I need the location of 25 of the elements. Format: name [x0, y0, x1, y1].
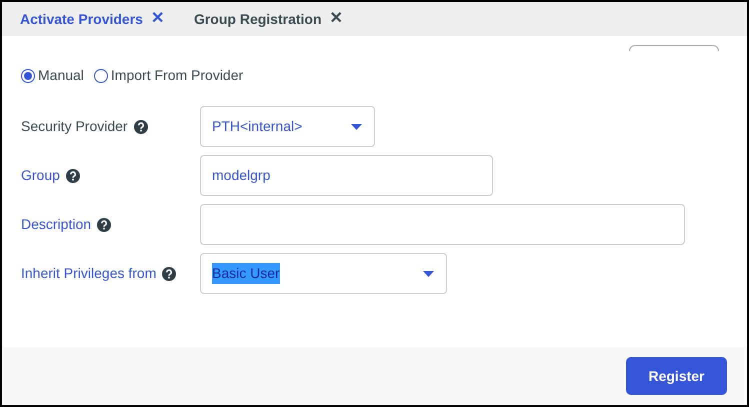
caret-icon	[423, 270, 434, 276]
close-icon[interactable]: ✕	[330, 7, 343, 31]
help-icon[interactable]	[162, 266, 176, 280]
field-label: Inherit Privileges from	[21, 264, 156, 283]
input-field[interactable]	[200, 204, 685, 245]
dropdown[interactable]: Basic User	[200, 253, 447, 294]
register-button[interactable]: Register	[626, 357, 727, 395]
radio-icon[interactable]	[21, 68, 35, 82]
help-icon[interactable]	[97, 218, 112, 232]
caret-icon	[351, 124, 362, 130]
dropdown-value: PTH<internal>	[212, 117, 302, 136]
help-icon[interactable]	[66, 168, 80, 182]
field-label: Security Provider	[21, 117, 128, 136]
close-icon[interactable]: ✕	[150, 7, 164, 31]
radio-option[interactable]: Import From Provider	[94, 65, 244, 86]
field-label: Description	[21, 215, 92, 234]
radio-option[interactable]: Manual	[21, 65, 84, 86]
dropdown-value: Basic User	[212, 263, 280, 284]
field-label: Group	[21, 166, 60, 185]
input-field[interactable]: modelgrp	[200, 155, 493, 196]
radio-icon[interactable]	[94, 68, 108, 82]
help-icon[interactable]	[134, 120, 148, 134]
tab[interactable]: Activate Providers ✕	[20, 7, 164, 31]
dropdown[interactable]: PTH<internal>	[200, 106, 375, 147]
tab[interactable]: Group Registration ✕	[194, 7, 343, 31]
